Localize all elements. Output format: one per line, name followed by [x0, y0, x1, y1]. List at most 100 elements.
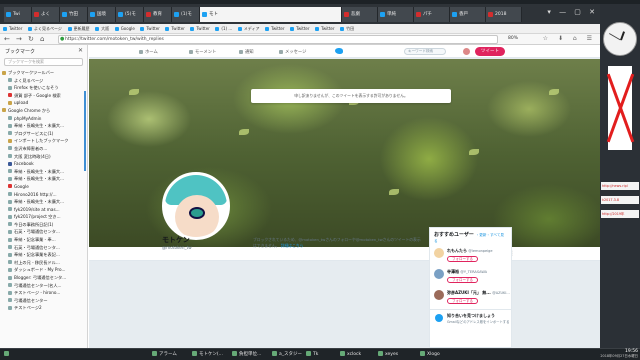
toolbar-icons[interactable]: ☆ ⬇ ⌂ ☰: [543, 35, 596, 42]
twitter-bird-icon[interactable]: [335, 48, 343, 54]
bookmark[interactable]: (1) ...: [215, 26, 232, 31]
sidebar-bookmark[interactable]: ブックマークツールバー: [0, 69, 87, 77]
reload-icon[interactable]: ↻: [28, 35, 34, 43]
tweet-button[interactable]: ツイート: [475, 47, 505, 56]
avatar[interactable]: [463, 48, 470, 55]
profile-avatar[interactable]: [162, 172, 230, 240]
reco-user-name[interactable]: 寺澤裕: [447, 269, 459, 274]
sidebar-bookmark[interactable]: Blogger: 弓場通信センタ...: [0, 274, 87, 282]
tab-active[interactable]: モト: [200, 7, 342, 22]
bookmark[interactable]: 更新履歴: [68, 26, 90, 32]
tab[interactable]: (1)モ: [172, 7, 200, 22]
sidebar-bookmark[interactable]: テストページ - hirono...: [0, 289, 87, 297]
nav-messages[interactable]: メッセージ: [279, 49, 306, 55]
window-controls[interactable]: ▾ — ▢ ✕: [547, 8, 598, 16]
sidebar-search-input[interactable]: ブックマークを検索: [4, 58, 83, 66]
taskbar-item[interactable]: xeyes: [378, 351, 398, 357]
learn-more-link[interactable]: 詳細はこちら: [281, 243, 304, 248]
sidebar-bookmark[interactable]: 村上の兄 - 移民長ドル...: [0, 259, 87, 267]
taskbar-item[interactable]: a_スタジー: [272, 351, 302, 357]
bookmark[interactable]: 竹田: [340, 26, 354, 32]
tab[interactable]: 教育: [144, 7, 172, 22]
nav-notifications[interactable]: 通知: [239, 49, 254, 55]
sidebar-bookmark[interactable]: Google: [0, 183, 87, 191]
tab[interactable]: 香戸: [450, 7, 486, 22]
tab[interactable]: 竹田: [60, 7, 88, 22]
reco-user-name[interactable]: 弥彦AZUKI「元」 無...: [447, 290, 491, 295]
sidebar-bookmark[interactable]: 奉納・記念事業を表記...: [0, 251, 87, 259]
taskbar-item[interactable]: xclock: [340, 351, 361, 357]
sidebar-bookmark[interactable]: 須賀 部子 - Google 検索: [0, 92, 87, 100]
home-icon[interactable]: ⌂: [40, 35, 44, 43]
bookmark[interactable]: 大阪: [95, 26, 109, 32]
sidebar-scrollbar[interactable]: [84, 91, 86, 171]
sidebar-bookmark[interactable]: upload: [0, 99, 87, 107]
side-note[interactable]: http://2019年: [601, 210, 639, 218]
find-friends[interactable]: 知り合いを見つけましょう Gmailなどのアドレス帳をインポートする: [430, 309, 511, 327]
sidebar-bookmark[interactable]: 奉納・長嶋先生・末廣大...: [0, 198, 87, 206]
zoom-level[interactable]: 80%: [508, 36, 518, 41]
avatar[interactable]: [434, 269, 444, 279]
twitter-search-input[interactable]: キーワード検索: [404, 48, 446, 55]
sidebar-bookmark[interactable]: 金沢市障害者の...: [0, 145, 87, 153]
sidebar-bookmark[interactable]: インポートしたブックマーク: [0, 137, 87, 145]
bookmark[interactable]: Twitter: [3, 26, 22, 31]
sidebar-bookmark[interactable]: Google Chrome から: [0, 107, 87, 115]
bookmark[interactable]: Twitter: [290, 26, 309, 31]
bookmark[interactable]: よく見るページ: [28, 26, 62, 32]
tab[interactable]: 悲劇: [342, 7, 378, 22]
sidebar-bookmark[interactable]: ダッシュボード - My Pro...: [0, 266, 87, 274]
bookmark[interactable]: Twitter: [265, 26, 284, 31]
tab[interactable]: よく: [32, 7, 60, 22]
bookmark[interactable]: Twitter: [315, 26, 334, 31]
side-note[interactable]: http://news.ripl: [601, 182, 639, 190]
sidebar-bookmark[interactable]: ブログサービスに(1): [0, 130, 87, 138]
reco-user-name[interactable]: れもんたら: [447, 248, 467, 253]
follow-button[interactable]: フォローする: [447, 256, 478, 262]
sidebar-bookmark[interactable]: 今日の事務所日記(1): [0, 221, 87, 229]
tab[interactable]: Twi: [4, 7, 32, 22]
taskbar-item[interactable]: モトケン(...: [192, 351, 223, 357]
back-icon[interactable]: ←: [4, 35, 10, 43]
bookmark[interactable]: Twitter: [140, 26, 159, 31]
taskbar-launcher[interactable]: [4, 351, 11, 357]
bookmark[interactable]: Google: [115, 26, 135, 31]
sidebar-bookmark[interactable]: 弓場通信センター(名人...: [0, 282, 87, 290]
nav-moments[interactable]: モーメント: [189, 49, 216, 55]
sidebar-bookmark[interactable]: テストページ2: [0, 304, 87, 312]
sidebar-bookmark[interactable]: 石英・弓場通信センタ...: [0, 244, 87, 252]
sidebar-bookmark[interactable]: Facebook: [0, 160, 87, 168]
bookmark[interactable]: Twitter: [165, 26, 184, 31]
sidebar-bookmark[interactable]: 奉納・長嶋先生・末廣大...: [0, 122, 87, 130]
tab[interactable]: 2018: [486, 7, 522, 22]
taskbar-item[interactable]: 負担単位...: [232, 351, 261, 357]
sidebar-bookmark[interactable]: Hirono2016 http://...: [0, 191, 87, 199]
sidebar-bookmark[interactable]: 奉納・長嶋先生・末廣大...: [0, 168, 87, 176]
sidebar-bookmark[interactable]: 奉納・記念事業 - 奉...: [0, 236, 87, 244]
sidebar-bookmark[interactable]: Firefox を使いこなそう: [0, 84, 87, 92]
bookmark[interactable]: メディア: [238, 26, 260, 32]
close-icon[interactable]: ✕: [78, 47, 83, 54]
tab[interactable]: 国境: [88, 7, 116, 22]
taskbar-item[interactable]: Tk: [306, 351, 318, 357]
sidebar-bookmark[interactable]: phpMyAdmin: [0, 115, 87, 123]
sidebar-bookmark[interactable]: 弓場通信センター: [0, 297, 87, 305]
follow-button[interactable]: フォローする: [447, 298, 478, 304]
forward-icon[interactable]: →: [16, 35, 22, 43]
follow-button[interactable]: フォローする: [447, 277, 478, 283]
sidebar-bookmark[interactable]: fyk2017/project 空き...: [0, 213, 87, 221]
sidebar-bookmark[interactable]: 奉納・長嶋先生・末廣大...: [0, 175, 87, 183]
url-input[interactable]: ● https://twitter.com/motoken_tw/with_re…: [58, 35, 498, 44]
tab[interactable]: 単純: [378, 7, 414, 22]
taskbar-item[interactable]: アラーム: [152, 351, 177, 357]
avatar[interactable]: [434, 290, 444, 300]
tab[interactable]: パチ: [414, 7, 450, 22]
avatar[interactable]: [434, 248, 444, 258]
taskbar-item[interactable]: Xlogo: [420, 351, 440, 357]
sidebar-bookmark[interactable]: 石英・弓場通信センタ...: [0, 228, 87, 236]
nav-home[interactable]: ホーム: [139, 49, 158, 55]
sidebar-bookmark[interactable]: よく見るページ: [0, 77, 87, 85]
bookmark[interactable]: Twitter: [190, 26, 209, 31]
sidebar-title[interactable]: ブックマーク: [5, 49, 35, 55]
tab[interactable]: (5)モ: [116, 7, 144, 22]
